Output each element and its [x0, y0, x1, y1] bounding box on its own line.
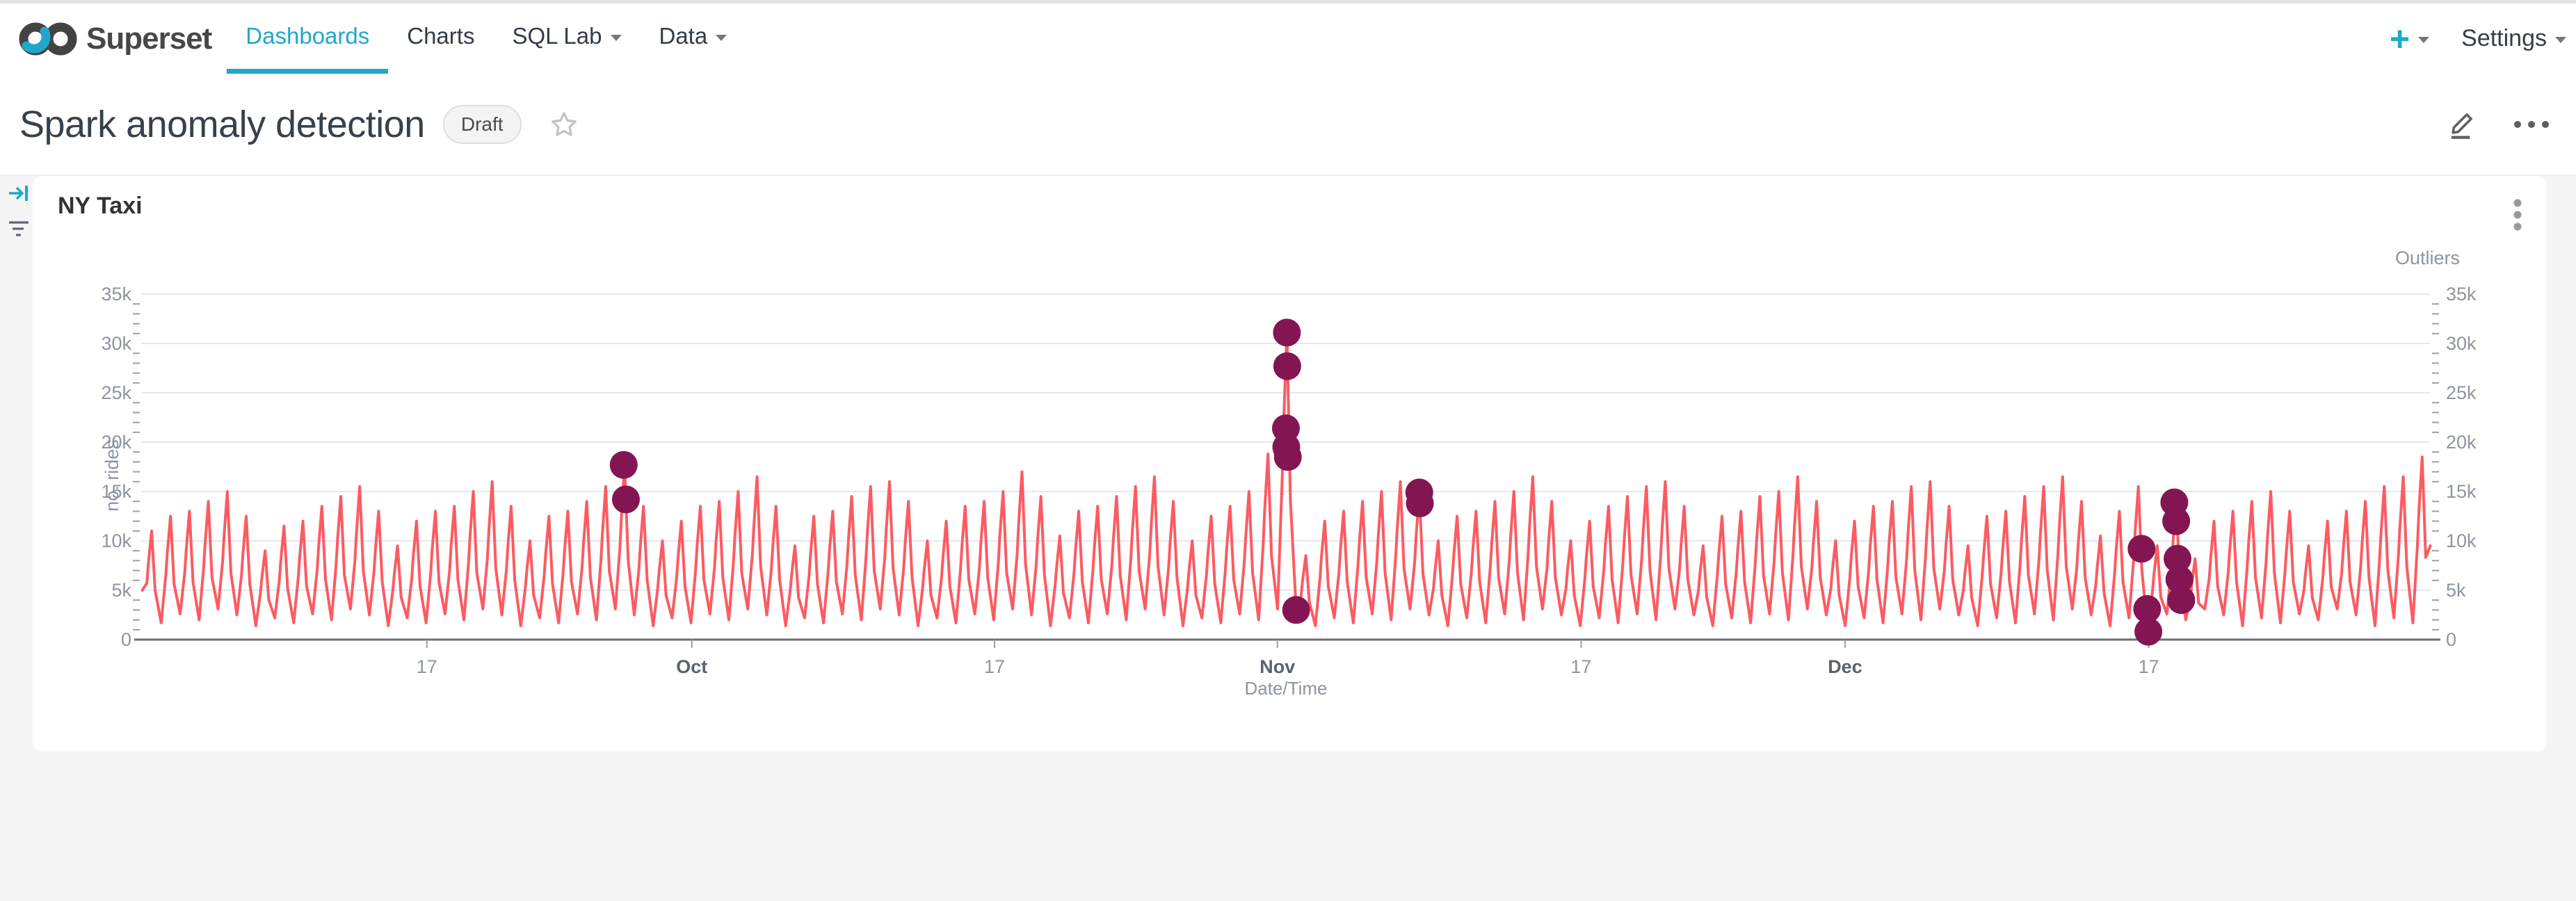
chart-card: NY Taxi 005k5k10k10k15k15k20k20k25k25k30…: [33, 176, 2546, 752]
nav-tab-label: Charts: [407, 23, 474, 49]
settings-label: Settings: [2461, 25, 2547, 52]
anomaly-dot: [2134, 618, 2162, 646]
main-nav: Dashboards Charts SQL Lab Data: [227, 3, 746, 74]
nav-tab-charts[interactable]: Charts: [388, 3, 493, 74]
x-tick-label: Dec: [1828, 656, 1862, 677]
star-icon: [548, 109, 580, 140]
anomaly-dot: [1406, 489, 1434, 517]
right-axis-title: Outliers: [2395, 247, 2460, 269]
superset-logo[interactable]: Superset: [17, 3, 211, 74]
x-tick-label: 17: [984, 656, 1005, 677]
page-title: Spark anomaly detection: [19, 103, 425, 146]
app-header: Superset Dashboards Charts SQL Lab Data …: [0, 3, 2576, 74]
x-tick-label: Nov: [1259, 656, 1295, 677]
y-tick-label-right: 25k: [2446, 382, 2477, 403]
plus-icon: +: [2390, 22, 2410, 56]
filter-icon-button[interactable]: [7, 219, 31, 245]
y-tick-label-left: 35k: [101, 284, 131, 305]
chart-svg: 005k5k10k10k15k15k20k20k25k25k30k30k35k3…: [33, 176, 2546, 752]
nav-tab-data[interactable]: Data: [641, 3, 746, 74]
nav-tab-dashboards[interactable]: Dashboards: [227, 3, 388, 74]
ellipsis-icon: [2512, 120, 2551, 129]
x-tick-label: 17: [1570, 656, 1591, 677]
brand-name: Superset: [86, 22, 211, 56]
status-badge: Draft: [443, 105, 522, 144]
header-right: + Settings: [2390, 3, 2566, 74]
anomaly-dot: [1282, 596, 1310, 624]
more-actions-button[interactable]: [2512, 120, 2551, 129]
chevron-down-icon: [716, 35, 727, 41]
x-axis-title: Date/Time: [1147, 678, 1425, 699]
dashboard-title-bar: Spark anomaly detection Draft: [0, 74, 2576, 176]
arrow-to-bar-icon: [7, 181, 31, 205]
anomaly-dot: [612, 485, 640, 513]
nav-tab-sql-lab[interactable]: SQL Lab: [493, 3, 640, 74]
y-tick-label-right: 0: [2446, 629, 2456, 650]
anomaly-dot: [2127, 535, 2155, 562]
y-tick-label-left: 25k: [101, 382, 131, 403]
y-tick-label-right: 5k: [2446, 580, 2466, 601]
edit-dashboard-button[interactable]: [2444, 108, 2479, 140]
x-tick-label: 17: [2139, 656, 2159, 677]
anomaly-dot: [2162, 508, 2190, 535]
chevron-down-icon: [2555, 37, 2566, 43]
anomaly-dot: [610, 451, 638, 479]
title-actions: [2444, 108, 2551, 140]
favorite-star-button[interactable]: [548, 109, 580, 140]
nav-tab-label: Data: [659, 23, 708, 49]
y-tick-label-left: 0: [121, 629, 131, 650]
anomaly-dot: [1273, 318, 1301, 346]
chevron-down-icon: [611, 35, 622, 41]
y-tick-label-right: 20k: [2446, 432, 2477, 453]
y-tick-label-left: 10k: [101, 530, 131, 551]
dashboard-content: NY Taxi 005k5k10k10k15k15k20k20k25k25k30…: [0, 176, 2576, 900]
new-item-button[interactable]: +: [2390, 22, 2429, 56]
pencil-icon: [2444, 108, 2479, 140]
infinity-logo-icon: [17, 17, 79, 61]
y-tick-label-right: 10k: [2446, 530, 2477, 551]
anomaly-dot: [2167, 586, 2195, 614]
nav-tab-label: SQL Lab: [512, 23, 602, 49]
anomaly-dot: [1274, 443, 1302, 471]
y-tick-label-left: 30k: [101, 333, 131, 354]
chevron-down-icon: [2418, 37, 2429, 43]
x-tick-label: Oct: [676, 656, 707, 677]
y-axis-title: no. rides: [102, 420, 124, 531]
filter-icon: [7, 219, 31, 241]
x-tick-label: 17: [417, 656, 437, 677]
y-tick-label-left: 5k: [111, 580, 131, 601]
y-tick-label-right: 30k: [2446, 333, 2477, 354]
expand-filter-bar-button[interactable]: [7, 181, 31, 209]
settings-menu[interactable]: Settings: [2461, 25, 2566, 52]
y-tick-label-right: 35k: [2446, 284, 2477, 305]
y-tick-label-right: 15k: [2446, 481, 2477, 502]
anomaly-dot: [1273, 352, 1301, 380]
nav-tab-label: Dashboards: [245, 23, 369, 49]
